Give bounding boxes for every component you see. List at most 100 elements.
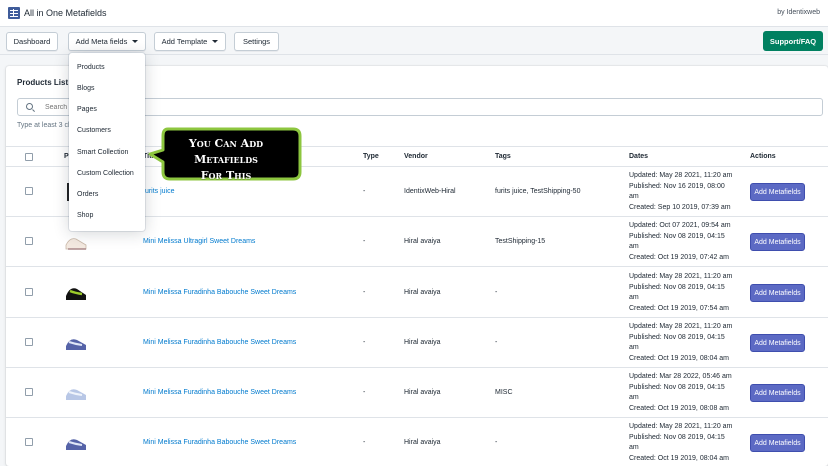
date-created: Created: Oct 19 2019, 08:04 am (629, 454, 730, 462)
product-tags: - (495, 439, 498, 446)
date-published-tail: am (629, 394, 639, 401)
product-thumbnail (64, 282, 88, 304)
date-created: Created: Oct 19 2019, 07:42 am (629, 253, 730, 261)
date-updated: Updated: Oct 07 2021, 09:54 am (629, 222, 731, 229)
add-template-button[interactable]: Add Template (154, 32, 226, 51)
product-title-link[interactable]: Mini Melissa Ultragirl Sweet Dreams (143, 238, 255, 245)
product-type: - (363, 439, 366, 446)
product-tags: furits juice, TestShipping-50 (495, 188, 581, 195)
product-title-link[interactable]: Mini Melissa Furadinha Babouche Sweet Dr… (143, 389, 296, 396)
product-dates: Updated: May 28 2021, 11:20 am Published:… (629, 272, 744, 314)
add-template-label: Add Template (161, 37, 208, 46)
date-published-tail: am (629, 243, 639, 250)
date-created: Created: Oct 19 2019, 08:08 am (629, 404, 730, 412)
menu-item-pages[interactable]: Pages (77, 106, 97, 113)
product-dates: Updated: May 28 2021, 11:20 am Published:… (629, 322, 744, 364)
row-checkbox[interactable] (25, 237, 33, 245)
add-metafields-button[interactable]: Add Metafields (750, 384, 805, 402)
product-thumbnail (64, 332, 88, 354)
product-vendor: Hiral avaiya (404, 238, 441, 245)
column-header-tags: Tags (495, 153, 511, 160)
column-header-actions: Actions (750, 153, 776, 160)
menu-item-customers[interactable]: Customers (77, 127, 111, 134)
table-row: Mini Melissa Furadinha Babouche Sweet Dr… (6, 268, 828, 318)
menu-item-smart-collection[interactable]: Smart Collection (77, 149, 128, 156)
row-checkbox[interactable] (25, 438, 33, 446)
menu-item-custom-collection[interactable]: Custom Collection (77, 170, 134, 177)
chevron-down-icon (132, 40, 139, 43)
product-dates: Updated: Oct 07 2021, 09:54 am Published:… (629, 221, 744, 263)
callout-text: You Can Add Metafields For This (162, 136, 290, 184)
product-dates: Updated: May 28 2021, 11:20 am Published:… (629, 422, 744, 464)
menu-item-orders[interactable]: Orders (77, 191, 98, 198)
product-type: - (363, 389, 366, 396)
date-created: Created: Oct 19 2019, 07:54 am (629, 304, 730, 312)
column-header-vendor[interactable]: Vendor (404, 153, 428, 160)
row-checkbox[interactable] (25, 338, 33, 346)
date-published: Published: Nov 08 2019, 04:15 (629, 283, 725, 291)
settings-button[interactable]: Settings (234, 32, 279, 51)
product-thumbnail (64, 382, 88, 404)
add-metafields-button[interactable]: Add Metafields (750, 233, 805, 251)
app-logo-icon (8, 7, 20, 19)
menu-item-blogs[interactable]: Blogs (77, 85, 95, 92)
product-thumbnail (64, 231, 88, 253)
search-icon (26, 103, 33, 110)
callout-line-2: For This (200, 169, 252, 182)
menu-item-shop[interactable]: Shop (77, 212, 93, 219)
support-faq-button[interactable]: Support/FAQ (763, 31, 823, 51)
table-row: Mini Melissa Furadinha Babouche Sweet Dr… (6, 368, 828, 418)
column-header-dates: Dates (629, 153, 649, 160)
row-checkbox[interactable] (25, 288, 33, 296)
dashboard-button[interactable]: Dashboard (6, 32, 58, 51)
product-type: - (363, 289, 366, 296)
date-published: Published: Nov 08 2019, 04:15 (629, 383, 725, 391)
select-all-checkbox[interactable] (25, 153, 33, 161)
date-published-tail: am (629, 344, 639, 351)
date-created: Created: Sep 10 2019, 07:39 am (629, 203, 731, 211)
product-title-link[interactable]: Mini Melissa Furadinha Babouche Sweet Dr… (143, 439, 296, 446)
date-updated: Updated: May 28 2021, 11:20 am (629, 423, 733, 430)
date-published: Published: Nov 08 2019, 04:15 (629, 333, 725, 341)
product-dates: Updated: May 28 2021, 11:20 am Published:… (629, 171, 744, 213)
row-checkbox[interactable] (25, 388, 33, 396)
column-header-type[interactable]: Type (363, 153, 379, 160)
product-tags: TestShipping-15 (495, 238, 546, 245)
add-metafields-button[interactable]: Add Metafields (750, 183, 805, 201)
app-byline: by Identixweb (777, 9, 820, 16)
product-dates: Updated: Mar 28 2022, 05:46 am Published:… (629, 372, 744, 414)
add-metafields-button[interactable]: Add Metafields (750, 334, 805, 352)
add-metafields-button[interactable]: Add Metafields (750, 434, 805, 452)
table-row: Mini Melissa Furadinha Babouche Sweet Dr… (6, 318, 828, 368)
product-vendor: Hiral avaiya (404, 339, 441, 346)
product-tags: - (495, 339, 498, 346)
date-published: Published: Nov 16 2019, 08:00 (629, 182, 725, 190)
product-title-link[interactable]: Mini Melissa Furadinha Babouche Sweet Dr… (143, 339, 296, 346)
add-meta-fields-button[interactable]: Add Meta fields (68, 32, 146, 51)
date-updated: Updated: May 28 2021, 11:20 am (629, 172, 733, 179)
date-updated: Updated: May 28 2021, 11:20 am (629, 273, 733, 280)
app-header: All in One Metafields by Identixweb (0, 0, 828, 27)
product-type: - (363, 339, 366, 346)
products-list-title: Products List (17, 78, 69, 87)
search-hint: Type at least 3 ch (17, 122, 72, 129)
product-vendor: Hiral avaiya (404, 289, 441, 296)
search-input[interactable] (45, 101, 745, 113)
row-checkbox[interactable] (25, 187, 33, 195)
product-type: - (363, 188, 366, 195)
product-title-link[interactable]: Mini Melissa Furadinha Babouche Sweet Dr… (143, 289, 296, 296)
product-vendor: IdentixWeb-Hiral (404, 188, 456, 195)
date-published-tail: am (629, 193, 639, 200)
chevron-down-icon (212, 40, 219, 43)
product-vendor: Hiral avaiya (404, 439, 441, 446)
product-tags: MISC (495, 389, 513, 396)
column-header-product: P (64, 153, 69, 160)
add-meta-fields-dropdown: Products Blogs Pages Customers Smart Col… (69, 53, 145, 231)
product-title-link[interactable]: furits juice (143, 188, 175, 195)
date-published: Published: Nov 08 2019, 04:15 (629, 232, 725, 240)
menu-item-products[interactable]: Products (77, 64, 105, 71)
date-updated: Updated: Mar 28 2022, 05:46 am (629, 373, 732, 380)
date-published-tail: am (629, 444, 639, 451)
add-metafields-button[interactable]: Add Metafields (750, 284, 805, 302)
date-updated: Updated: May 28 2021, 11:20 am (629, 323, 733, 330)
